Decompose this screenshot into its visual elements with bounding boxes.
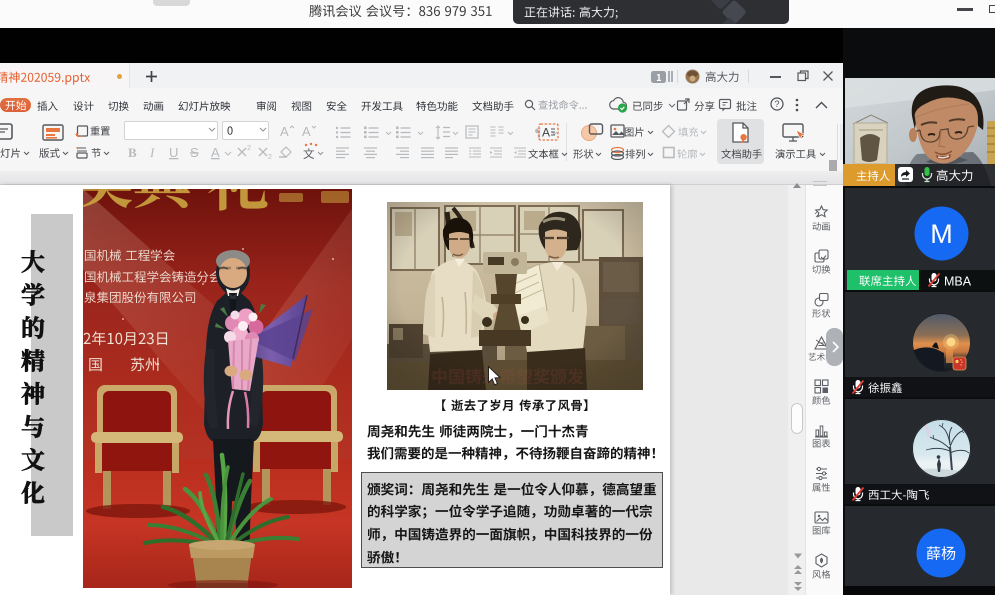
svg-text:?: ? bbox=[774, 99, 779, 109]
svg-text:2: 2 bbox=[268, 154, 272, 161]
svg-text:M: M bbox=[930, 219, 953, 249]
svg-text:A: A bbox=[302, 124, 311, 139]
svg-text:MBA: MBA bbox=[944, 275, 972, 289]
svg-text:A: A bbox=[542, 126, 550, 140]
svg-text:S: S bbox=[190, 145, 199, 160]
svg-text:2: 2 bbox=[247, 145, 251, 152]
svg-text:B: B bbox=[128, 145, 137, 160]
svg-text:A: A bbox=[211, 145, 220, 160]
svg-text:I: I bbox=[149, 145, 155, 160]
svg-text:U: U bbox=[169, 145, 178, 160]
svg-text:A: A bbox=[280, 124, 289, 139]
